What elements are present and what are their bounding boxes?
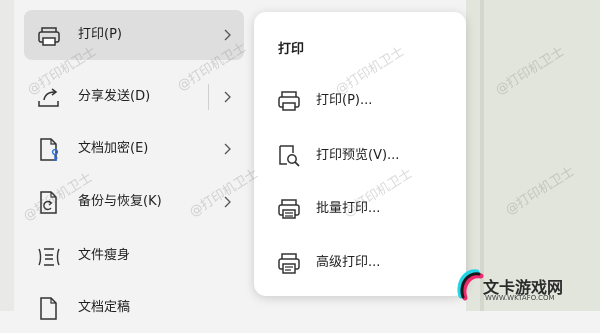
- menu-item-label: 打印(P): [78, 27, 122, 42]
- chevron-right-icon: [224, 29, 231, 41]
- submenu-title: 打印: [278, 42, 305, 57]
- printer-icon: [278, 91, 300, 111]
- menu-item-label: 文档加密(E): [78, 141, 149, 156]
- window-edge: [0, 0, 14, 311]
- chevron-right-icon: [224, 91, 231, 103]
- submenu-item-label: 打印预览(V)...: [316, 148, 400, 163]
- divider: [208, 84, 209, 110]
- submenu-item-label: 高级打印...: [316, 255, 381, 270]
- menu-item-share[interactable]: 分享发送(D): [24, 72, 244, 122]
- menu-item-encrypt[interactable]: 文档加密(E): [24, 124, 244, 174]
- menu-item-label: 文件瘦身: [78, 248, 131, 263]
- printer-icon: [38, 27, 60, 46]
- menu-item-label: 备份与恢复(K): [78, 194, 162, 209]
- site-logo: 文卡游戏网 WWW.WKTAFO.COM: [455, 262, 565, 306]
- print-submenu: 打印 打印(P)... 打印预览(V)... 批量打印... 高级打印...: [254, 12, 466, 296]
- chevron-right-icon: [224, 196, 231, 208]
- submenu-item-label: 批量打印...: [316, 201, 381, 216]
- menu-item-print[interactable]: 打印(P): [24, 10, 244, 60]
- menu-item-compress[interactable]: 文件瘦身: [24, 231, 244, 281]
- compress-file-icon: [38, 248, 60, 266]
- share-icon: [38, 88, 59, 107]
- submenu-item-advanced-print[interactable]: 高级打印...: [254, 240, 466, 286]
- main-menu: 打印(P) 分享发送(D) 文档加密(E) 备份与恢复(K) 文件瘦身 文档定稿: [14, 0, 264, 320]
- encrypt-document-icon: [40, 138, 59, 161]
- advanced-print-icon: [278, 253, 300, 274]
- backup-icon: [40, 191, 57, 214]
- submenu-item-label: 打印(P)...: [316, 93, 373, 108]
- batch-print-icon: [278, 199, 300, 219]
- submenu-item-batch-print[interactable]: 批量打印...: [254, 186, 466, 232]
- submenu-item-print[interactable]: 打印(P)...: [254, 78, 466, 124]
- finalize-document-icon: [40, 297, 57, 320]
- menu-item-label: 文档定稿: [78, 300, 131, 315]
- menu-item-backup[interactable]: 备份与恢复(K): [24, 177, 244, 227]
- menu-item-finalize[interactable]: 文档定稿: [24, 283, 244, 333]
- print-preview-icon: [279, 145, 300, 167]
- chevron-right-icon: [224, 143, 231, 155]
- logo-subtext: WWW.WKTAFO.COM: [485, 294, 555, 302]
- menu-item-label: 分享发送(D): [78, 89, 151, 104]
- submenu-item-print-preview[interactable]: 打印预览(V)...: [254, 133, 466, 179]
